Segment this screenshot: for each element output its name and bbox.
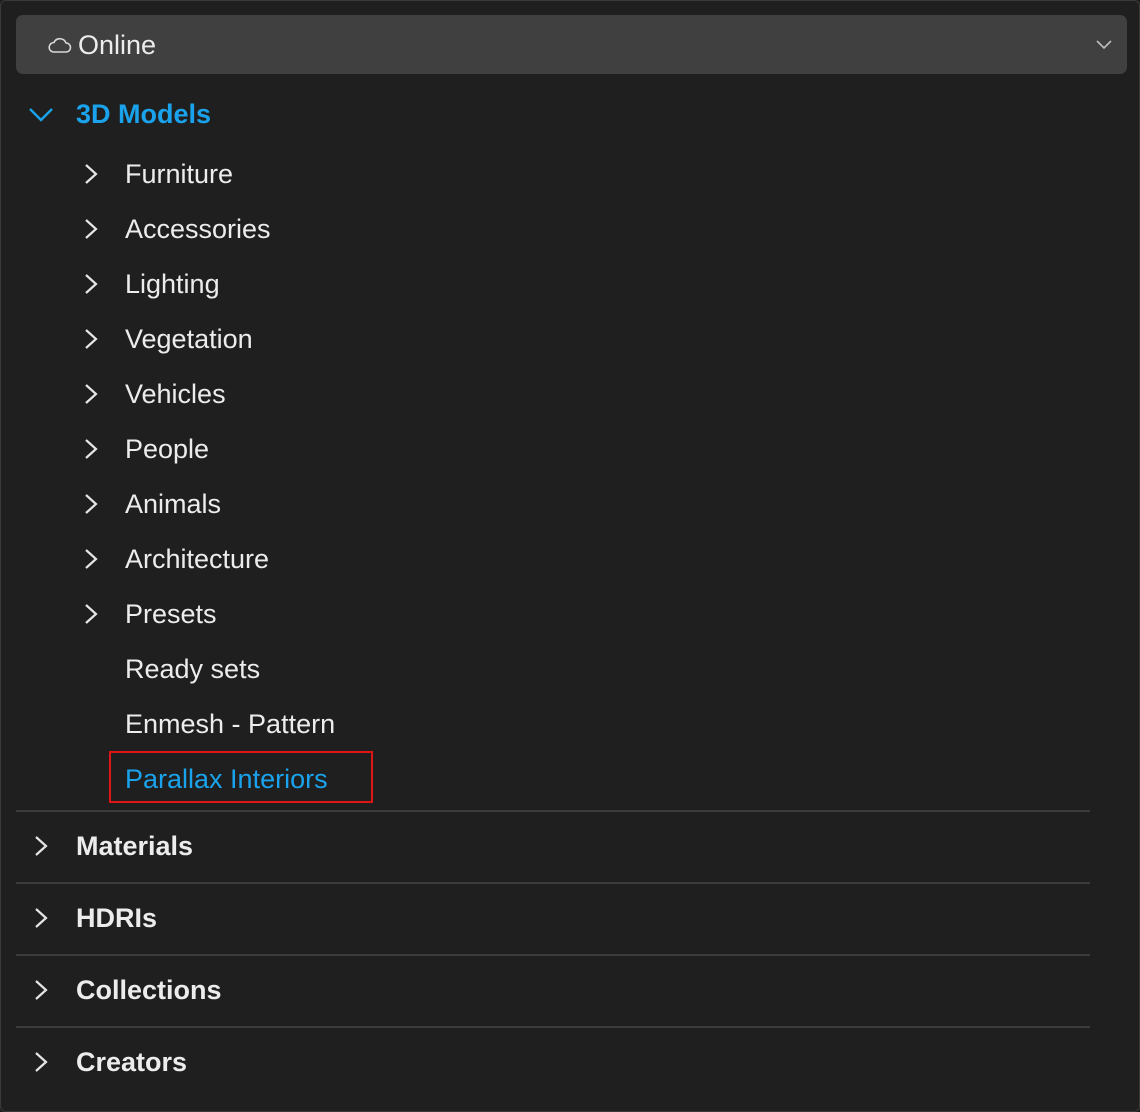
tree-item-label: Architecture xyxy=(125,544,270,574)
tree-section-label: HDRIs xyxy=(76,903,158,933)
tree-item-label: Enmesh - Pattern xyxy=(125,709,336,739)
tree-section-label: Creators xyxy=(76,1047,188,1077)
tree-item-label: Lighting xyxy=(125,269,220,299)
tree-item-label: Vehicles xyxy=(125,379,226,409)
section-divider xyxy=(16,882,1090,884)
cloud-icon xyxy=(48,37,72,53)
source-dropdown[interactable]: Online xyxy=(16,15,1127,74)
tree-item-label: Ready sets xyxy=(125,654,261,684)
tree-root-label: 3D Models xyxy=(76,99,212,129)
tree-item-label: Furniture xyxy=(125,159,234,189)
tree-item-label: Parallax Interiors xyxy=(125,764,328,794)
chevron-right-icon xyxy=(85,549,98,569)
tree-section-label: Collections xyxy=(76,975,222,1005)
section-divider xyxy=(16,1026,1090,1028)
chevron-right-icon xyxy=(85,494,98,514)
chevron-right-icon xyxy=(35,1052,48,1072)
tree-item-label: Presets xyxy=(125,599,217,629)
asset-browser-panel: Online 3D Models Furniture Accessories Lig… xyxy=(0,0,1140,1112)
chevron-right-icon xyxy=(85,219,98,239)
tree-item-label: Accessories xyxy=(125,214,271,244)
chevron-right-icon xyxy=(85,274,98,294)
tree-item-label: Vegetation xyxy=(125,324,253,354)
chevron-right-icon xyxy=(85,439,98,459)
section-divider xyxy=(16,810,1090,812)
chevron-right-icon xyxy=(85,329,98,349)
chevron-right-icon xyxy=(35,908,48,928)
chevron-right-icon xyxy=(85,384,98,404)
source-dropdown-value: Online xyxy=(78,30,157,60)
tree-item-label: Animals xyxy=(125,489,222,519)
chevron-right-icon xyxy=(35,980,48,1000)
chevron-right-icon xyxy=(85,164,98,184)
chevron-right-icon xyxy=(35,836,48,856)
chevron-right-icon xyxy=(85,604,98,624)
tree-item-label: People xyxy=(125,434,210,464)
tree-section-label: Materials xyxy=(76,831,194,861)
section-divider xyxy=(16,954,1090,956)
chevron-down-icon xyxy=(1096,40,1112,50)
chevron-down-icon xyxy=(29,108,53,122)
